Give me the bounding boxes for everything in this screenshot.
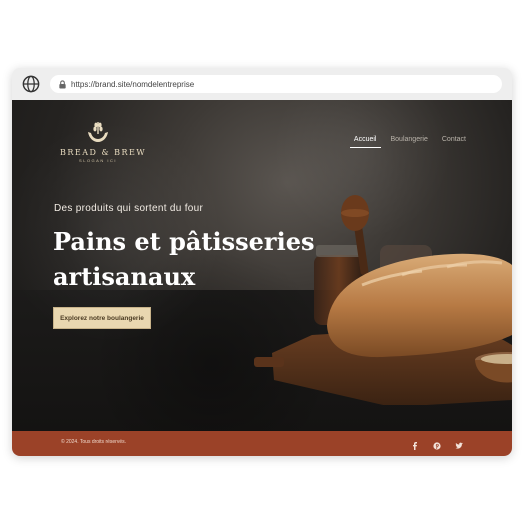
social-links	[410, 438, 464, 450]
url-text: https://brand.site/nomdelentreprise	[71, 79, 195, 89]
browser-window: https://brand.site/nomdelentreprise BREA…	[12, 68, 512, 456]
explore-bakery-button[interactable]: Explorez notre boulangerie	[53, 307, 151, 329]
lock-icon	[59, 79, 66, 89]
hero-section: BREAD & BREW SLOGAN ICI Accueil Boulange…	[12, 100, 512, 431]
nav-item-accueil[interactable]: Accueil	[349, 136, 381, 148]
browser-toolbar: https://brand.site/nomdelentreprise	[12, 68, 512, 100]
brand-name: BREAD & BREW	[60, 148, 147, 157]
hero-eyebrow: Des produits qui sortent du four	[54, 203, 204, 214]
nav-item-contact[interactable]: Contact	[442, 136, 466, 148]
globe-icon[interactable]	[22, 75, 40, 93]
twitter-icon[interactable]	[454, 438, 464, 449]
site-footer: © 2024. Tous droits réservés.	[12, 431, 512, 456]
main-nav: Accueil Boulangerie Contact	[349, 136, 466, 148]
wheat-hands-icon	[88, 122, 108, 142]
brand-logo[interactable]: BREAD & BREW SLOGAN ICI	[60, 120, 147, 164]
address-bar[interactable]: https://brand.site/nomdelentreprise	[50, 75, 502, 93]
hero-headline: Pains et pâtisseries artisanaux	[53, 227, 315, 291]
pinterest-icon[interactable]	[432, 438, 442, 450]
copyright-text: © 2024. Tous droits réservés.	[61, 439, 127, 445]
facebook-icon[interactable]	[410, 438, 420, 450]
nav-item-boulangerie[interactable]: Boulangerie	[391, 136, 428, 148]
brand-slogan: SLOGAN ICI	[79, 158, 117, 163]
